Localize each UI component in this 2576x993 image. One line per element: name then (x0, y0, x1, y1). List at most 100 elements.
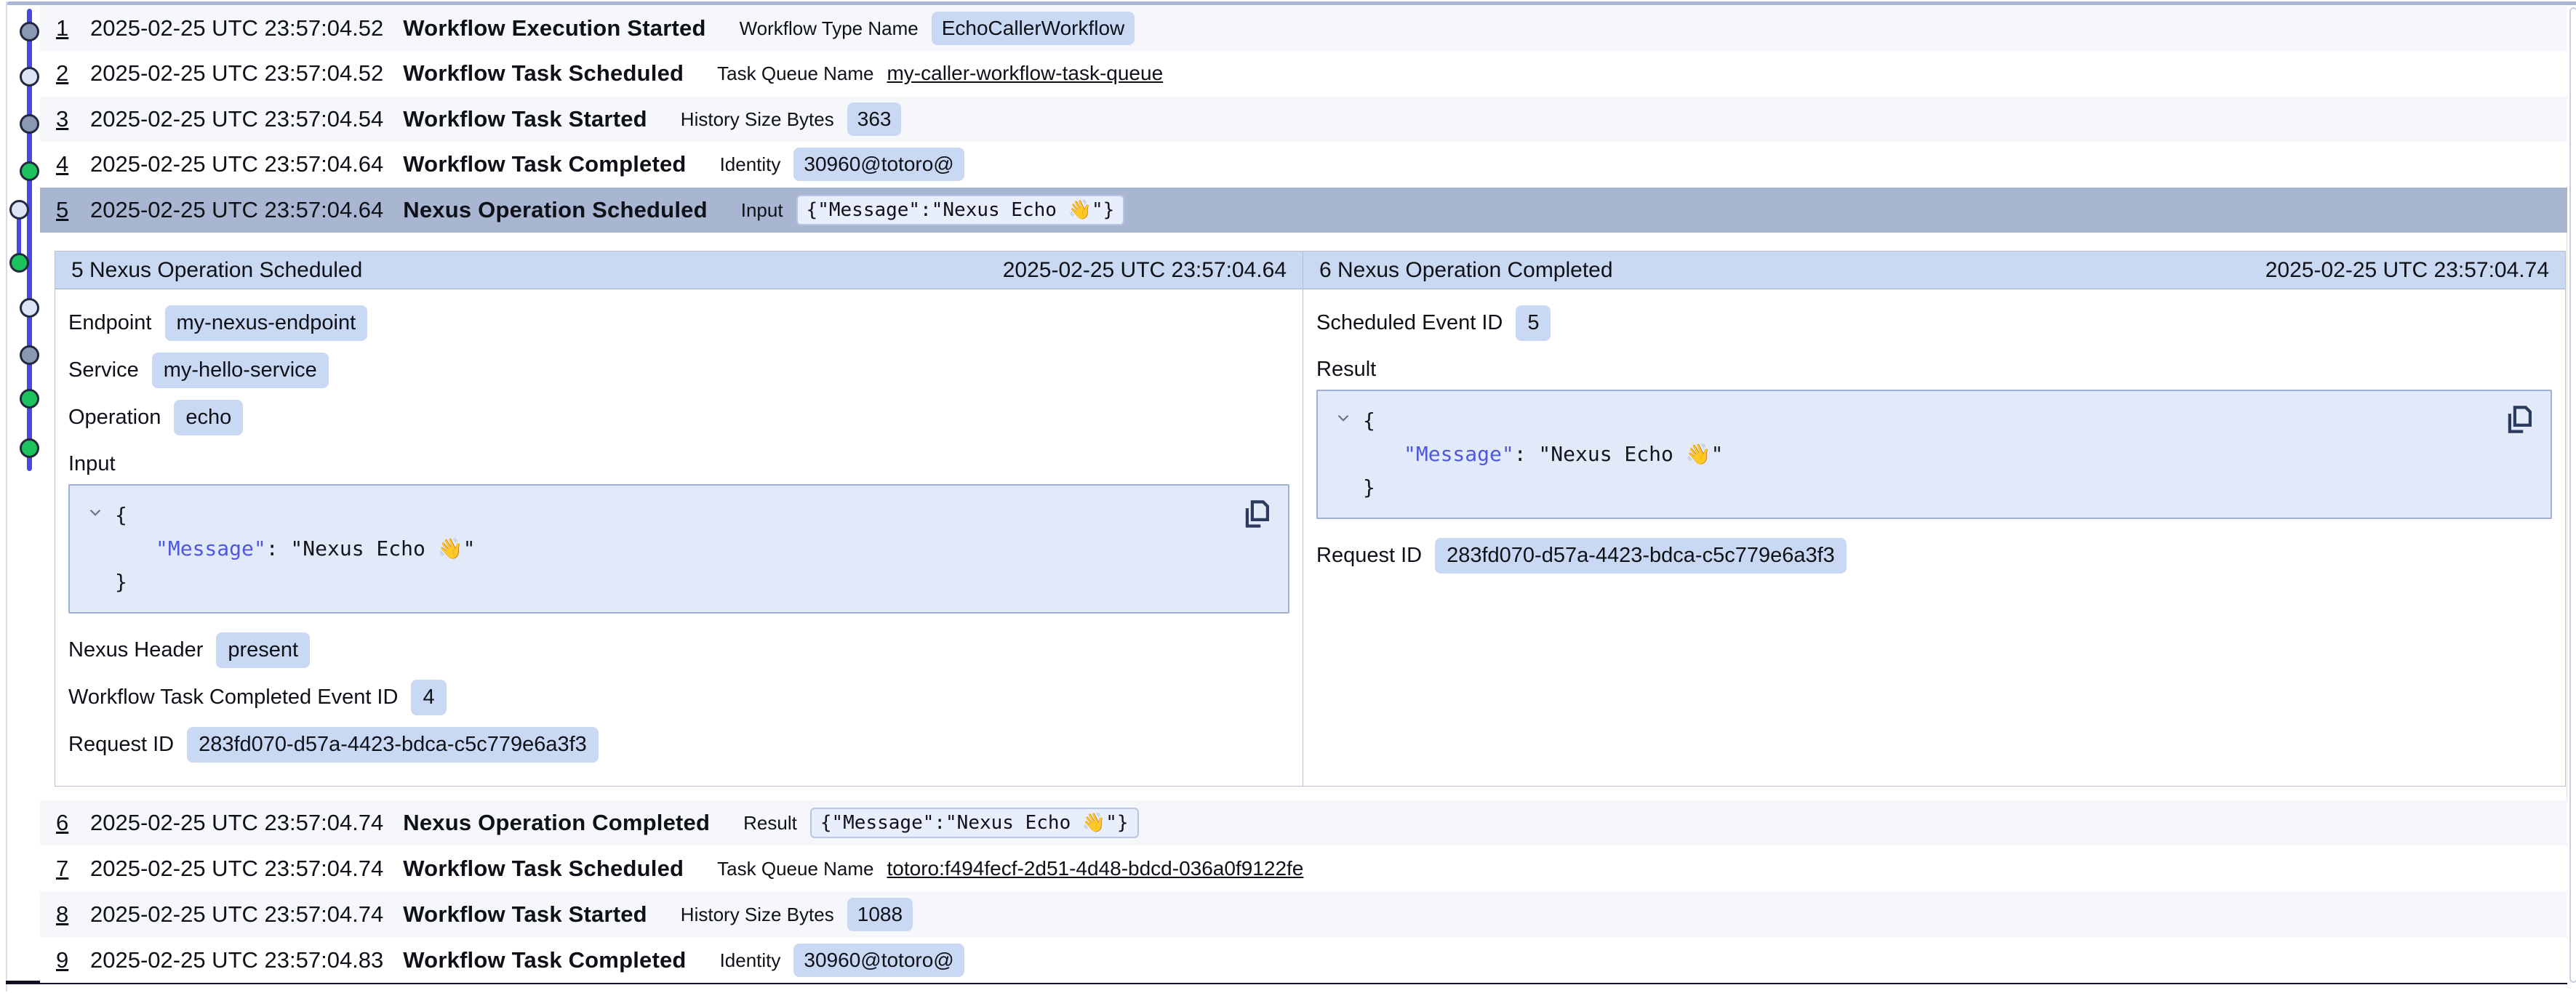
event-id-link[interactable]: 9 (56, 947, 71, 973)
event-type-name: Nexus Operation Scheduled (403, 197, 707, 223)
event-attribute-value: totoro:f494fecf-2d51-4d48-bdcd-036a0f912… (887, 857, 1303, 880)
collapse-chevron-icon[interactable] (1334, 409, 1353, 427)
event-id-link[interactable]: 5 (56, 197, 71, 223)
timeline-node-completed[interactable] (20, 438, 39, 458)
event-6-panel-body: Scheduled Event ID 5 Result {"Message": "Ne… (1303, 289, 2565, 786)
panel-title: 5 Nexus Operation Scheduled (71, 258, 362, 283)
event-attribute-label: Identity (720, 153, 781, 176)
history-event-row[interactable]: 2 2025-02-25 UTC 23:57:04.52 Workflow Task… (40, 51, 2567, 96)
field-value-chip: my-nexus-endpoint (165, 305, 368, 341)
copy-icon (2504, 403, 2535, 436)
detail-field: Servicemy-hello-service (68, 353, 1289, 388)
event-timestamp: 2025-02-25 UTC 23:57:04.74 (90, 810, 383, 836)
history-event-row[interactable]: 9 2025-02-25 UTC 23:57:04.83 Workflow Task… (40, 938, 2567, 983)
history-event-row[interactable]: 6 2025-02-25 UTC 23:57:04.74 Nexus Operati… (40, 800, 2567, 845)
timeline-node-completed[interactable] (9, 253, 29, 273)
field-label: Scheduled Event ID (1316, 311, 1503, 335)
event-type-name: Workflow Task Started (403, 901, 647, 928)
field-label: Result (1316, 358, 1376, 382)
timeline-node-completed[interactable] (20, 389, 39, 409)
event-attribute-value: EchoCallerWorkflow (932, 12, 1135, 45)
json-key: "Message" (156, 536, 266, 560)
event-5-detail-panel: 5 Nexus Operation Scheduled 2025-02-25 U… (55, 252, 1303, 786)
event-type-name: Nexus Operation Completed (403, 810, 710, 836)
event-id-link[interactable]: 2 (56, 60, 71, 87)
attribute-value-chip: 1088 (847, 898, 913, 931)
event-type-name: Workflow Task Completed (403, 947, 686, 973)
history-event-row[interactable]: 1 2025-02-25 UTC 23:57:04.52 Workflow Exec… (40, 6, 2567, 51)
history-event-row[interactable]: 42025-02-25 UTC 23:57:04.64Workflow Task… (40, 142, 2567, 187)
timeline-node-completed[interactable] (20, 161, 39, 181)
card-left-border (6, 1, 7, 992)
field-value-chip: present (216, 632, 310, 668)
copy-payload-button[interactable] (2504, 403, 2535, 436)
history-event-row[interactable]: 7 2025-02-25 UTC 23:57:04.74 Workflow Task… (40, 846, 2567, 891)
json-line: "Message": "Nexus Echo 👋" (70, 532, 1237, 566)
field-label: Request ID (1316, 544, 1422, 568)
timeline-node-scheduled[interactable] (9, 200, 29, 220)
event-timestamp: 2025-02-25 UTC 23:57:04.74 (90, 901, 383, 928)
attribute-value-link[interactable]: totoro:f494fecf-2d51-4d48-bdcd-036a0f912… (887, 857, 1303, 880)
event-5-panel-header[interactable]: 5 Nexus Operation Scheduled 2025-02-25 U… (55, 252, 1303, 289)
field-value-chip: 5 (1516, 305, 1551, 341)
event-attribute-label: Task Queue Name (717, 858, 873, 880)
event-attribute-value: 30960@totoro@ (793, 944, 964, 977)
copy-icon (1241, 497, 1272, 531)
event-6-panel-header[interactable]: 6 Nexus Operation Completed 2025-02-25 U… (1303, 252, 2565, 289)
field-label: Operation (68, 406, 161, 430)
event-attribute-label: Identity (720, 949, 781, 972)
event-attribute-label: Result (743, 812, 797, 835)
json-line: { (70, 499, 1237, 532)
timeline-node-scheduled[interactable] (20, 67, 39, 87)
attribute-value-json-chip: {"Message":"Nexus Echo 👋"} (796, 195, 1125, 225)
detail-field: Scheduled Event ID 5 (1316, 305, 2552, 341)
event-id-link[interactable]: 7 (56, 856, 71, 882)
field-label: Service (68, 358, 139, 382)
json-line: "Message": "Nexus Echo 👋" (1318, 438, 2500, 471)
detail-field: Operationecho (68, 400, 1289, 435)
event-type-name: Workflow Execution Started (403, 15, 705, 41)
timeline-node-started[interactable] (20, 345, 39, 365)
timeline-node-scheduled[interactable] (20, 298, 39, 318)
field-value-chip: 283fd070-d57a-4423-bdca-c5c779e6a3f3 (187, 727, 599, 763)
event-id-link[interactable]: 1 (56, 15, 71, 41)
event-timestamp: 2025-02-25 UTC 23:57:04.74 (90, 856, 383, 882)
timeline-node-started[interactable] (20, 22, 39, 41)
history-event-row[interactable]: 32025-02-25 UTC 23:57:04.54Workflow Task… (40, 97, 2567, 142)
event-id-link[interactable]: 4 (56, 151, 71, 177)
event-timestamp: 2025-02-25 UTC 23:57:04.52 (90, 60, 383, 87)
vertical-scrollbar-thumb[interactable] (2569, 7, 2576, 983)
timeline-node-started[interactable] (20, 114, 39, 134)
event-attribute-value: my-caller-workflow-task-queue (887, 62, 1163, 85)
collapse-chevron-icon[interactable] (86, 503, 105, 522)
event-attribute-label: History Size Bytes (681, 108, 834, 131)
history-event-row[interactable]: 5 2025-02-25 UTC 23:57:04.64 Nexus Operati… (40, 188, 2567, 233)
event-attribute-value: {"Message":"Nexus Echo 👋"} (796, 195, 1125, 225)
history-event-row[interactable]: 8 2025-02-25 UTC 23:57:04.74 Workflow Task… (40, 892, 2567, 937)
json-line: { (1318, 404, 2500, 438)
event-timestamp: 2025-02-25 UTC 23:57:04.52 (90, 15, 383, 41)
field-label: Input (68, 452, 116, 476)
copy-payload-button[interactable] (1241, 497, 1272, 531)
event-id-link[interactable]: 6 (56, 810, 71, 836)
panel-timestamp: 2025-02-25 UTC 23:57:04.64 (1003, 258, 1287, 283)
event-attribute-value: 1088 (847, 898, 913, 931)
event-id-link[interactable]: 8 (56, 901, 71, 928)
event-type-name: Workflow Task Scheduled (403, 856, 684, 882)
detail-field: Endpointmy-nexus-endpoint (68, 305, 1289, 341)
field-value-chip: 4 (411, 680, 446, 715)
attribute-value-link[interactable]: my-caller-workflow-task-queue (887, 62, 1163, 84)
attribute-value-json-chip: {"Message":"Nexus Echo 👋"} (810, 808, 1139, 838)
event-timestamp: 2025-02-25 UTC 23:57:04.83 (90, 947, 383, 973)
json-line: } (70, 566, 1237, 599)
event-type-name: Workflow Task Scheduled (403, 60, 684, 87)
event-id-link[interactable]: 3 (56, 106, 71, 132)
table-top-border (6, 1, 2576, 5)
event-timestamp: 2025-02-25 UTC 23:57:04.64 (90, 197, 383, 223)
event-type-name: Workflow Task Started (403, 106, 647, 132)
event-type-name: Workflow Task Completed (403, 151, 686, 177)
attribute-value-chip: 30960@totoro@ (793, 148, 964, 181)
payload-codeblock: {"Message": "Nexus Echo 👋"} (68, 484, 1289, 614)
detail-field: Request ID283fd070-d57a-4423-bdca-c5c779… (1316, 538, 2552, 574)
json-key: "Message" (1404, 442, 1514, 466)
